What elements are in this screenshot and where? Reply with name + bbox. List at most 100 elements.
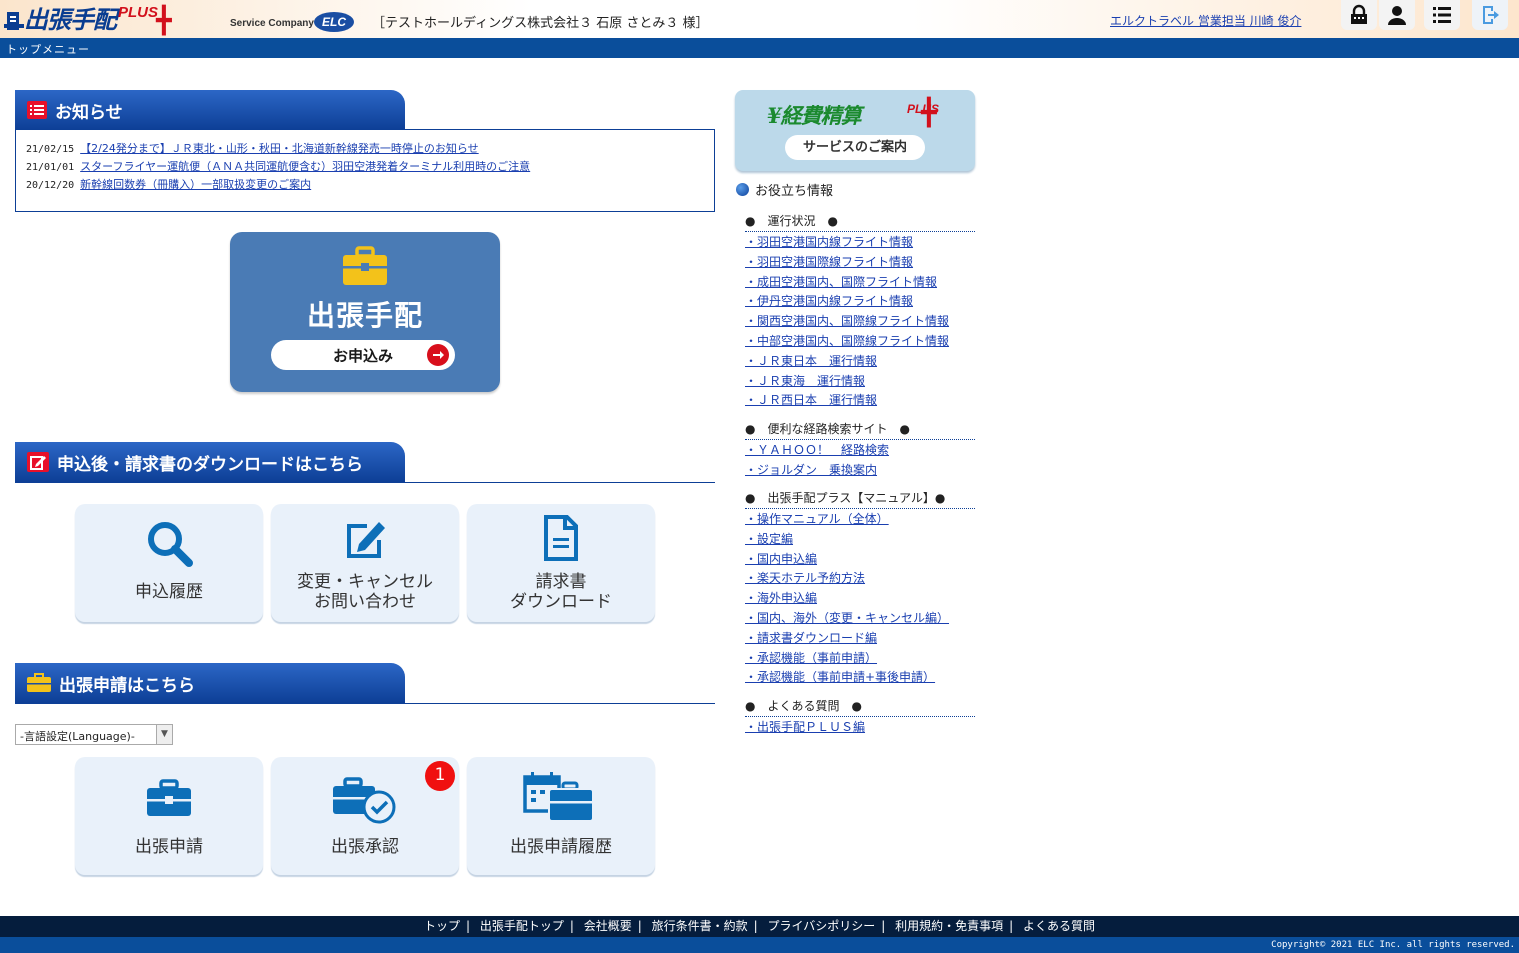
useful-link[interactable]: ・海外申込編 — [745, 589, 949, 609]
plus-cross-icon: ╋ — [921, 98, 937, 128]
booking-history-tile[interactable]: 申込履歴 — [75, 504, 263, 622]
list-icon — [1433, 7, 1451, 23]
briefcase-icon — [343, 246, 387, 285]
agent-link[interactable]: エルクトラベル 営業担当 川崎 俊介 — [1110, 12, 1301, 29]
plus-cross-icon: ╋ — [156, 6, 172, 36]
news-item: 21/02/15 【2/24発分まで】ＪＲ東北・山形・秋田・北海道新幹線発売一時停… — [26, 140, 704, 158]
section-divider — [15, 703, 715, 704]
useful-link[interactable]: ・ジョルダン 乗換案内 — [745, 461, 889, 481]
list-icon — [27, 101, 47, 119]
apply-pill[interactable]: お申込み — [271, 340, 455, 370]
bullet-icon — [736, 183, 749, 196]
language-select[interactable]: -言語設定(Language)- ▼ — [15, 724, 173, 745]
useful-link[interactable]: ・国内、海外（変更・キャンセル編） — [745, 609, 949, 629]
group-heading: ● 運行状況 ● — [745, 212, 975, 232]
useful-link[interactable]: ・楽天ホテル予約方法 — [745, 569, 949, 589]
useful-link[interactable]: ・成田空港国内、国際フライト情報 — [745, 273, 949, 293]
footer-link-privacy[interactable]: プライバシポリシー — [768, 919, 876, 933]
link-list-faq: ・出張手配ＰＬＵＳ編 — [745, 718, 865, 738]
briefcase-icon — [147, 779, 191, 816]
useful-link[interactable]: ・ＪＲ西日本 運行情報 — [745, 391, 949, 411]
expense-title-text: 経費精算 — [780, 103, 862, 128]
trip-application-history-tile[interactable]: 出張申請履歴 — [467, 757, 655, 875]
section-divider — [15, 482, 715, 483]
download-section-title: 申込後・請求書のダウンロードはこちら — [57, 454, 363, 475]
useful-link[interactable]: ・設定編 — [745, 530, 949, 550]
expense-banner[interactable]: ¥経費精算 PLUS ╋ サービスのご案内 — [735, 90, 975, 171]
approval-count-badge: 1 — [425, 761, 455, 791]
group-heading: ● 便利な経路検索サイト ● — [745, 420, 975, 440]
tile-label: 申込履歴 — [135, 582, 203, 602]
apply-label: お申込み — [332, 346, 393, 365]
brand-logo[interactable]: 出張手配 PLUS ╋ — [4, 4, 172, 34]
trip-application-tile[interactable]: 出張申請 — [75, 757, 263, 875]
footer-link-faq[interactable]: よくある質問 — [1023, 919, 1095, 933]
useful-link[interactable]: ・ＪＲ東海 運行情報 — [745, 372, 949, 392]
useful-link[interactable]: ・操作マニュアル（全体） — [745, 510, 949, 530]
lock-button[interactable] — [1341, 0, 1377, 30]
change-cancel-tile[interactable]: 変更・キャンセル お問い合わせ — [271, 504, 459, 622]
useful-link[interactable]: ・ＪＲ東日本 運行情報 — [745, 352, 949, 372]
language-select-value: -言語設定(Language)- — [20, 730, 135, 743]
tile-label: 出張承認 — [331, 837, 399, 857]
useful-link[interactable]: ・関西空港国内、国際線フライト情報 — [745, 312, 949, 332]
news-date: 21/02/15 — [26, 144, 75, 155]
tile-label: 出張申請履歴 — [510, 837, 612, 857]
footer-link-company[interactable]: 会社概要 — [584, 919, 632, 933]
service-info-button[interactable]: サービスのご案内 — [785, 135, 925, 160]
logout-icon — [1483, 6, 1499, 24]
useful-link[interactable]: ・羽田空港国内線フライト情報 — [745, 233, 949, 253]
service-company: Service Company — [230, 18, 314, 29]
document-icon — [4, 12, 24, 30]
footer-link-top[interactable]: トップ — [424, 919, 460, 933]
group-heading: ● よくある質問 ● — [745, 697, 975, 717]
logout-button[interactable] — [1472, 0, 1508, 30]
briefcase-icon — [27, 673, 51, 693]
footer-links: トップ | 出張手配トップ | 会社概要 | 旅行条件書・約款 | プライバシポリシー |… — [0, 916, 1519, 937]
briefcase-check-icon — [333, 777, 396, 824]
invoice-download-tile[interactable]: 請求書 ダウンロード — [467, 504, 655, 622]
news-item: 21/01/01 スターフライヤー運航便（ＡＮＡ共同運航便含む）羽田空港発着ターミ… — [26, 158, 704, 176]
useful-link[interactable]: ・国内申込編 — [745, 550, 949, 570]
travel-arrangement-button[interactable]: 出張手配 お申込み — [230, 232, 500, 392]
footer-link-terms[interactable]: 旅行条件書・約款 — [652, 919, 748, 933]
news-link[interactable]: スターフライヤー運航便（ＡＮＡ共同運航便含む）羽田空港発着ターミナル利用時のご注… — [80, 160, 530, 173]
useful-link[interactable]: ・承認機能（事前申請+事後申請） — [745, 668, 949, 688]
tile-label-2: ダウンロード — [510, 592, 612, 612]
expense-title: ¥経費精算 — [767, 103, 862, 128]
useful-link[interactable]: ・出張手配ＰＬＵＳ編 — [745, 718, 865, 738]
news-date: 20/12/20 — [26, 180, 75, 191]
copyright: Copyright© 2021 ELC Inc. all rights rese… — [0, 937, 1519, 953]
big-button-title: 出張手配 — [306, 299, 423, 332]
useful-link[interactable]: ・中部空港国内、国際線フライト情報 — [745, 332, 949, 352]
useful-link[interactable]: ・ＹＡＨＯＯ！ 経路検索 — [745, 441, 889, 461]
tile-label-2: お問い合わせ — [314, 592, 416, 612]
breadcrumb[interactable]: トップメニュー — [6, 41, 90, 57]
news-link[interactable]: 【2/24発分まで】ＪＲ東北・山形・秋田・北海道新幹線発売一時停止のお知らせ — [80, 142, 478, 155]
arrow-right-icon — [427, 344, 449, 366]
user-button[interactable] — [1379, 0, 1415, 30]
document-icon — [544, 515, 578, 561]
header: 出張手配 PLUS ╋ Service Company ELC ［テストホールデ… — [0, 0, 1519, 38]
news-title: お知らせ — [55, 102, 123, 123]
elc-logo: ELC — [314, 12, 354, 32]
news-link[interactable]: 新幹線回数券（冊購入）一部取扱変更のご案内 — [80, 178, 311, 191]
useful-title: お役立ち情報 — [755, 184, 834, 199]
useful-link[interactable]: ・承認機能（事前申請） — [745, 649, 949, 669]
group-heading: ● 出張手配プラス【マニュアル】● — [745, 489, 975, 509]
chevron-down-icon: ▼ — [156, 725, 172, 744]
apply-section-title: 出張申請はこちら — [59, 675, 195, 696]
menu-list-button[interactable] — [1424, 0, 1460, 30]
footer-link-travel-top[interactable]: 出張手配トップ — [480, 919, 564, 933]
tile-label: 請求書 — [535, 572, 587, 592]
useful-info-header: お役立ち情報 — [736, 180, 833, 199]
edit-icon — [27, 452, 49, 472]
useful-link[interactable]: ・請求書ダウンロード編 — [745, 629, 949, 649]
apply-section-header: 出張申請はこちら — [15, 663, 405, 703]
footer-link-usage[interactable]: 利用規約・免責事項 — [895, 919, 1003, 933]
useful-link[interactable]: ・伊丹空港国内線フライト情報 — [745, 292, 949, 312]
search-icon — [148, 522, 193, 567]
news-header: お知らせ — [15, 90, 405, 130]
useful-link[interactable]: ・羽田空港国際線フライト情報 — [745, 253, 949, 273]
news-item: 20/12/20 新幹線回数券（冊購入）一部取扱変更のご案内 — [26, 176, 704, 194]
